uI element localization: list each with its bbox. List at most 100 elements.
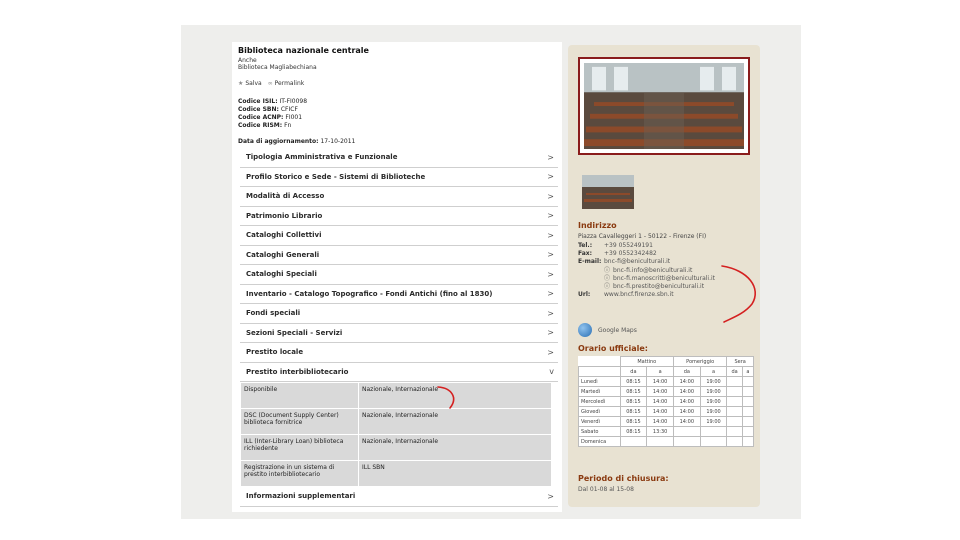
hours-cell: 08:15: [619, 406, 648, 417]
hours-cell: 14:00: [646, 406, 674, 417]
hours-group: Pomeriggio: [672, 356, 728, 367]
code-row: Codice SBN: CFICF: [238, 106, 307, 114]
chevron-right-icon: >: [547, 211, 554, 221]
section-tipologia[interactable]: Tipologia Amministrativa e Funzionale >: [240, 148, 558, 168]
hours-cell: [726, 376, 743, 387]
section-label: Sezioni Speciali - Servizi: [246, 328, 343, 337]
hours-cell: 08:15: [619, 396, 648, 407]
hours-day: Sabato: [578, 426, 621, 437]
google-maps-link[interactable]: Google Maps: [578, 323, 637, 337]
table-row: Disponibile Nazionale, Internazionale: [240, 382, 552, 409]
contact-key: [578, 283, 604, 291]
address-text: Piazza Cavalleggeri 1 - 50122 - Firenze …: [578, 233, 707, 240]
hours-table: Mattino Pomeriggio Sera da a da a da a L…: [578, 356, 755, 447]
chevron-right-icon: >: [547, 491, 554, 501]
section-label: Inventario - Catalogo Topografico - Fond…: [246, 289, 493, 298]
hours-cell: 13:30: [646, 426, 674, 437]
hours-cell: [672, 436, 701, 447]
hours-cell: [672, 426, 701, 437]
section-label: Cataloghi Generali: [246, 250, 320, 259]
code-key: Codice RISM:: [238, 122, 283, 129]
hours-corner: [578, 366, 621, 377]
contact-row: Url: www.bncf.firenze.sbn.it: [578, 291, 715, 299]
section-label: Prestito interbibliotecario: [246, 367, 349, 376]
section-profilo[interactable]: Profilo Storico e Sede - Sistemi di Bibl…: [240, 168, 558, 187]
hours-cell: 14:00: [646, 376, 674, 387]
main-content: Biblioteca nazionale centrale Anche Bibl…: [232, 42, 562, 512]
section-cataloghi-generali[interactable]: Cataloghi Generali >: [240, 246, 558, 265]
table-row: Registrazione in un sistema di prestito …: [240, 460, 552, 487]
hours-cell: 08:15: [619, 416, 648, 427]
chevron-right-icon: >: [547, 308, 554, 318]
email-link[interactable]: bnc-fi.manoscritti@beniculturali.it: [613, 275, 715, 283]
section-prestito-locale[interactable]: Prestito locale >: [240, 343, 558, 363]
section-cataloghi-collettivi[interactable]: Cataloghi Collettivi >: [240, 226, 558, 246]
table-row: ILL (Inter-Library Loan) biblioteca rich…: [240, 434, 552, 461]
globe-icon: [578, 323, 592, 337]
email-link[interactable]: bnc-fi.info@beniculturali.it: [613, 267, 692, 275]
library-photo[interactable]: [578, 57, 750, 155]
loan-table: Disponibile Nazionale, Internazionale DSC…: [240, 382, 552, 487]
hours-cell: [741, 406, 755, 417]
section-prestito-interbibliotecario[interactable]: Prestito interbibliotecario v: [240, 363, 558, 382]
code-row: Codice ACNP: FI001: [238, 114, 307, 122]
hours-cell: 08:15: [619, 376, 648, 387]
library-thumbnail[interactable]: [582, 175, 634, 209]
table-row: Mattino Pomeriggio Sera: [578, 356, 754, 367]
section-sezioni-speciali[interactable]: Sezioni Speciali - Servizi >: [240, 324, 558, 343]
loan-value: ILL SBN: [358, 460, 552, 487]
contact-row: Fax: +39 0552342482: [578, 250, 715, 258]
hours-row: Venerdì 08:15 14:00 14:00 19:00: [578, 416, 755, 427]
email-link[interactable]: bnc-fi@beniculturali.it: [604, 258, 670, 266]
reading-room-image: [584, 63, 744, 149]
hours-cell: 19:00: [699, 416, 728, 427]
chevron-right-icon: >: [547, 289, 554, 299]
permalink-label: Permalink: [274, 80, 305, 87]
hours-cell: [619, 436, 648, 447]
loan-key: DSC (Document Supply Center) biblioteca …: [240, 408, 359, 435]
hours-row: Martedì 08:15 14:00 14:00 19:00: [578, 386, 755, 397]
contact-key: [578, 267, 604, 275]
section-inventario[interactable]: Inventario - Catalogo Topografico - Fond…: [240, 285, 558, 304]
section-cataloghi-speciali[interactable]: Cataloghi Speciali >: [240, 265, 558, 285]
hours-cell: [726, 436, 743, 447]
also-label: Anche: [238, 57, 257, 64]
hours-row: Sabato 08:15 13:30: [578, 426, 755, 437]
hours-subhead: da: [672, 366, 701, 377]
hours-cell: [726, 406, 743, 417]
codes-list: Codice ISIL: IT-FI0098 Codice SBN: CFICF…: [238, 98, 307, 130]
hours-cell: [741, 376, 755, 387]
chevron-right-icon: >: [547, 191, 554, 201]
hours-cell: [741, 436, 755, 447]
star-icon: ★: [238, 80, 244, 87]
loan-value: Nazionale, Internazionale: [358, 382, 552, 409]
section-informazioni[interactable]: Informazioni supplementari >: [240, 487, 558, 507]
link-icon: ∞: [267, 80, 273, 87]
contact-list: Tel.: +39 055249191 Fax: +39 0552342482 E-…: [578, 242, 715, 299]
save-label: Salva: [245, 80, 262, 87]
save-action[interactable]: ★ Salva: [238, 80, 262, 87]
section-fondi-speciali[interactable]: Fondi speciali >: [240, 304, 558, 324]
permalink-action[interactable]: ∞ Permalink: [268, 80, 305, 87]
section-accesso[interactable]: Modalità di Accesso >: [240, 187, 558, 207]
hours-title: Orario ufficiale:: [578, 344, 648, 353]
contact-row: Tel.: +39 055249191: [578, 242, 715, 250]
url-link[interactable]: www.bncf.firenze.sbn.it: [604, 291, 674, 299]
code-key: Codice ISIL:: [238, 98, 278, 105]
section-label: Tipologia Amministrativa e Funzionale: [246, 153, 398, 162]
hours-subhead: a: [699, 366, 728, 377]
section-patrimonio[interactable]: Patrimonio Librario >: [240, 207, 558, 226]
table-row: da a da a da a: [578, 366, 755, 377]
hours-cell: 08:15: [619, 386, 648, 397]
closing-value: Dal 01-08 al 15-08: [578, 486, 634, 493]
section-label: Fondi speciali: [246, 309, 301, 318]
hours-cell: 14:00: [672, 416, 701, 427]
table-row: DSC (Document Supply Center) biblioteca …: [240, 408, 552, 435]
thumbnail-image: [582, 175, 634, 209]
maps-label: Google Maps: [598, 326, 637, 334]
email-link[interactable]: bnc-fi.prestito@beniculturali.it: [613, 283, 704, 291]
hours-cell: [699, 426, 728, 437]
hours-cell: 19:00: [699, 396, 728, 407]
info-icon: ⓘ: [604, 266, 611, 274]
chevron-right-icon: >: [547, 328, 554, 338]
